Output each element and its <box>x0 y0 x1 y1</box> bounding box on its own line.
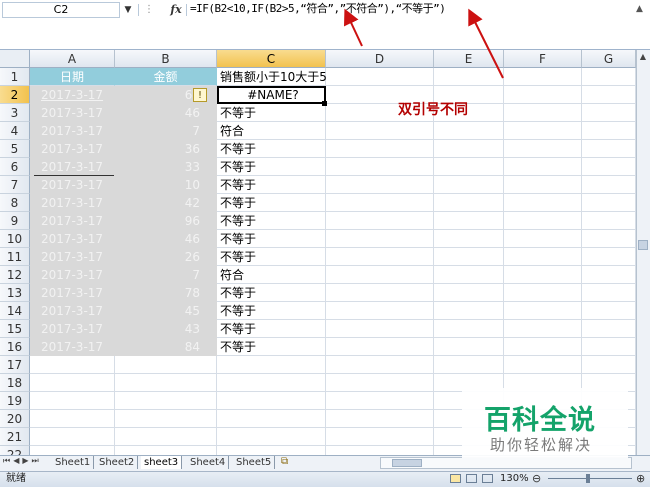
watermark-title: 百科全说 <box>484 405 596 436</box>
watermark-subtitle: 助你轻松解决 <box>490 436 593 454</box>
arrow-to-second-quote <box>468 8 504 79</box>
arrow-to-first-quote <box>344 8 363 47</box>
